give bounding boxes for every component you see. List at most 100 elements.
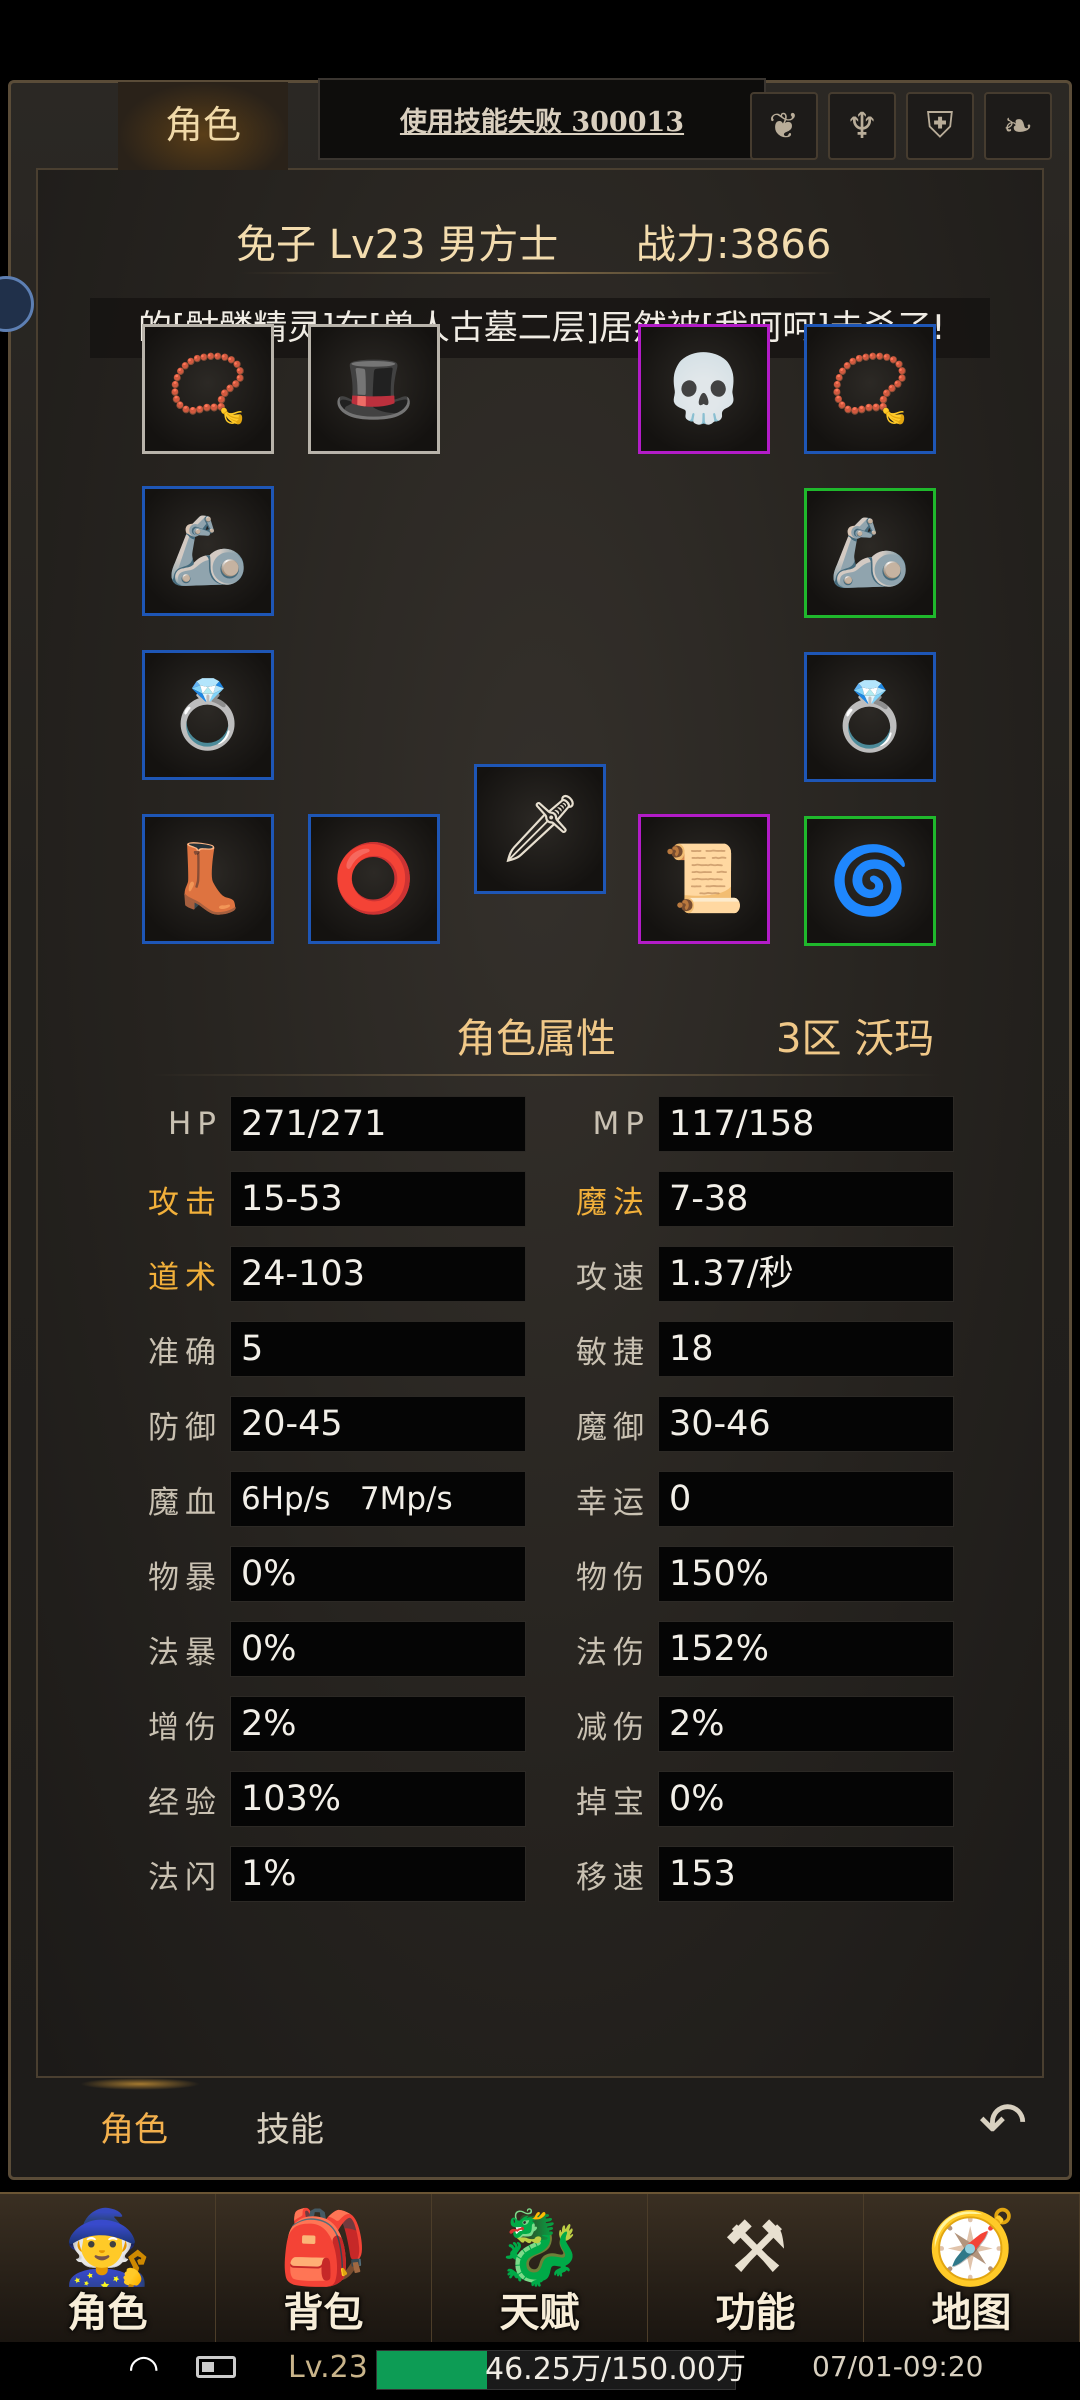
attribute-row: 幸运 0 [560, 1471, 954, 1527]
scroll-icon: 📜 [662, 840, 746, 917]
error-toast: 使用技能失败 300013 [318, 78, 766, 160]
attribute-row: 魔血 6Hp/s 7Mp/s [132, 1471, 526, 1527]
nav-label: 背包 [283, 2290, 364, 2336]
attribute-label: 法伤 [576, 1634, 650, 1671]
equip-slot-amulet[interactable]: 📿 [142, 324, 274, 454]
attribute-label: 减伤 [576, 1709, 650, 1746]
equip-slot-helmet[interactable]: 🎩 [308, 324, 440, 454]
attribute-row: 经验 103% [132, 1771, 526, 1827]
equip-slot-right-bracer[interactable]: 🦾 [804, 488, 936, 618]
attribute-value: 1% [230, 1846, 526, 1902]
attribute-value: 150% [658, 1546, 954, 1602]
tab-role-attributes[interactable]: 角色 [100, 2102, 168, 2151]
player-level: Lv.23 [288, 2350, 368, 2385]
anvil-icon: ⚒ [723, 2205, 788, 2289]
attribute-label: HP [167, 1106, 222, 1142]
attribute-label: 经验 [148, 1784, 222, 1821]
nav-bag-potion[interactable]: 🎒 背包 [216, 2194, 432, 2342]
attributes-title: 角色属性 [456, 1016, 616, 1062]
equip-slot-left-ring[interactable]: 💍 [142, 650, 274, 780]
attribute-label: 魔法 [576, 1184, 650, 1221]
nav-map-compass[interactable]: 🧭 地图 [864, 2194, 1080, 2342]
attribute-label: 掉宝 [576, 1784, 650, 1821]
attribute-label: 防御 [148, 1409, 222, 1446]
bottom-nav: 🧙 角色 🎒 背包 🐉 天赋 ⚒ 功能 🧭 地图 [0, 2192, 1080, 2342]
attribute-row: 敏捷 18 [560, 1321, 954, 1377]
map-compass-icon: 🧭 [926, 2205, 1017, 2289]
attribute-row: 法闪 1% [132, 1846, 526, 1902]
equip-slot-right-ring[interactable]: 💍 [804, 652, 936, 782]
experience-fill [377, 2351, 488, 2389]
equip-slot-mask[interactable]: 💀 [638, 324, 770, 454]
ring-icon: 💍 [166, 676, 250, 753]
equip-slot-necklace[interactable]: 📿 [804, 324, 936, 454]
attribute-value: 6Hp/s 7Mp/s [230, 1471, 526, 1527]
bird-icon[interactable]: ❦ [750, 92, 818, 160]
trident-icon[interactable]: ♆ [828, 92, 896, 160]
attribute-value: 0% [230, 1546, 526, 1602]
attribute-value: 15-53 [230, 1171, 526, 1227]
attribute-row: 物伤 150% [560, 1546, 954, 1602]
back-arrow-icon[interactable]: ↶ [970, 2090, 1036, 2156]
equip-slot-gem[interactable]: 🌀 [804, 816, 936, 946]
attribute-row: 减伤 2% [560, 1696, 954, 1752]
attribute-row: HP 271/271 [132, 1096, 526, 1152]
nav-label: 功能 [715, 2290, 796, 2336]
bag-potion-icon: 🎒 [278, 2205, 369, 2289]
nav-anvil[interactable]: ⚒ 功能 [648, 2194, 864, 2342]
attribute-value: 0% [230, 1621, 526, 1677]
equip-slot-boots[interactable]: 👢 [142, 814, 274, 944]
attribute-row: 准确 5 [132, 1321, 526, 1377]
equip-slot-left-bracer[interactable]: 🦾 [142, 486, 274, 616]
bracer-icon: 🦾 [166, 512, 250, 589]
nav-hooded-character[interactable]: 🧙 角色 [0, 2194, 216, 2342]
top-icon-tabs: ❦ ♆ ⛨ ❧ [750, 92, 1052, 160]
attribute-row: 防御 20-45 [132, 1396, 526, 1452]
attribute-label: 法闪 [148, 1859, 222, 1896]
attribute-value: 20-45 [230, 1396, 526, 1452]
experience-text: 46.25万/150.00万 [485, 2352, 746, 2387]
tab-skills[interactable]: 技能 [256, 2102, 324, 2151]
attribute-value: 30-46 [658, 1396, 954, 1452]
attribute-value: 2% [658, 1696, 954, 1752]
attribute-row: 道术 24-103 [132, 1246, 526, 1302]
feather-icon[interactable]: ❧ [984, 92, 1052, 160]
nav-label: 天赋 [499, 2290, 580, 2336]
amulet-icon: 📿 [166, 350, 250, 427]
attribute-label: 道术 [148, 1259, 222, 1296]
attribute-label: MP [592, 1106, 650, 1142]
attribute-label: 幸运 [576, 1484, 650, 1521]
attribute-label: 魔御 [576, 1409, 650, 1446]
attribute-row: 攻速 1.37/秒 [560, 1246, 954, 1302]
experience-bar: 46.25万/150.00万 [376, 2350, 746, 2390]
gem-icon: 🌀 [828, 842, 912, 919]
clock: 07/01-09:20 [812, 2350, 984, 2383]
attribute-value: 18 [658, 1321, 954, 1377]
hooded-character-icon: 🧙 [62, 2205, 153, 2289]
tab-glow [80, 2078, 200, 2090]
attribute-value: 0% [658, 1771, 954, 1827]
attribute-row: 掉宝 0% [560, 1771, 954, 1827]
equip-slot-scroll[interactable]: 📜 [638, 814, 770, 944]
battery-icon [196, 2356, 236, 2378]
wifi-icon: ◠ [128, 2348, 160, 2389]
attribute-row: 法暴 0% [132, 1621, 526, 1677]
attribute-row: 攻击 15-53 [132, 1171, 526, 1227]
nav-talent-dragon[interactable]: 🐉 天赋 [432, 2194, 648, 2342]
attribute-label: 物伤 [576, 1559, 650, 1596]
nav-label: 地图 [931, 2290, 1012, 2336]
equip-slot-weapon[interactable]: 🗡 [474, 764, 606, 894]
attribute-row: MP 117/158 [560, 1096, 954, 1152]
attribute-label: 准确 [148, 1334, 222, 1371]
tab-character[interactable]: 角色 [118, 82, 288, 170]
shield-icon[interactable]: ⛨ [906, 92, 974, 160]
equip-slot-belt[interactable]: ⭕ [308, 814, 440, 944]
attribute-value: 152% [658, 1621, 954, 1677]
divider [150, 1074, 940, 1076]
character-title: 免子 Lv23 男方士 [236, 222, 559, 268]
combat-power: 战力:3866 [636, 222, 832, 268]
attribute-row: 魔御 30-46 [560, 1396, 954, 1452]
talent-dragon-icon: 🐉 [494, 2205, 585, 2289]
server-name: 3区 沃玛 [776, 1016, 935, 1062]
belt-icon: ⭕ [332, 840, 416, 917]
